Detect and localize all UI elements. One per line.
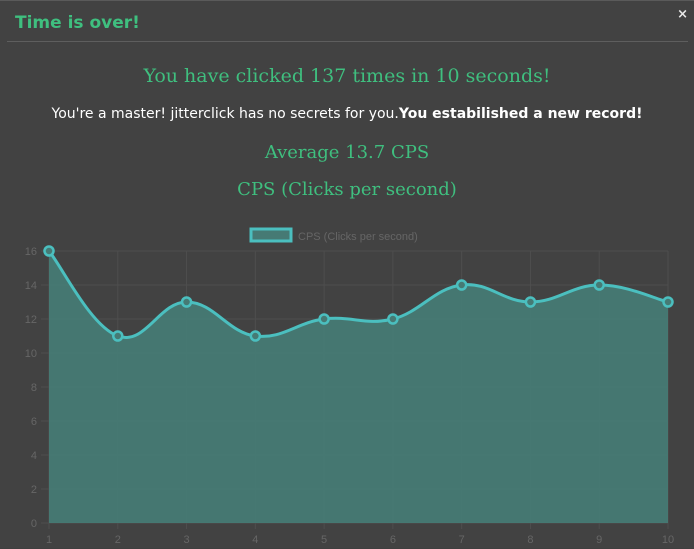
x-tick-label: 8 [527, 534, 533, 546]
chart-heading: CPS (Clicks per second) [237, 179, 457, 200]
y-tick-label: 8 [31, 382, 37, 394]
data-point [180, 296, 193, 308]
y-tick-label: 12 [25, 314, 37, 326]
data-point [455, 279, 468, 291]
record-text: You estabilished a new record! [398, 106, 643, 122]
legend-swatch [249, 227, 293, 243]
series-area [49, 251, 668, 523]
cps-chart: 02468101214161 2 3 4 5 6 7 8 9 10CPS (Clicks per … [25, 227, 674, 546]
x-tick-label: 6 [390, 534, 396, 546]
dialog-header: Time is over! [7, 1, 688, 42]
data-point [43, 245, 55, 257]
y-tick-label: 16 [25, 246, 37, 258]
data-point [387, 313, 399, 325]
x-tick-label: 2 [115, 534, 121, 546]
x-tick-label: 9 [596, 534, 602, 546]
y-tick-label: 10 [25, 348, 37, 360]
x-tick-label: 5 [321, 534, 327, 546]
data-point [318, 313, 330, 325]
y-tick-label: 6 [31, 416, 37, 428]
x-tick-label: 1 [46, 534, 52, 546]
data-point [524, 296, 537, 308]
click-summary: You have clicked 137 times in 10 seconds… [143, 65, 551, 87]
data-point [112, 330, 124, 342]
close-icon[interactable]: × [677, 7, 688, 22]
rank-message: You're a master! jitterclick has no secr… [0, 106, 694, 122]
data-point [662, 296, 674, 308]
y-tick-label: 14 [25, 280, 37, 292]
data-point [249, 330, 262, 342]
y-tick-label: 4 [31, 450, 37, 462]
legend-label: CPS (Clicks per second) [298, 231, 418, 243]
x-tick-label: 7 [459, 534, 465, 546]
x-tick-label: 10 [662, 534, 674, 546]
rank-text: You're a master! jitterclick has no secr… [51, 106, 399, 122]
x-tick-label: 3 [183, 534, 189, 546]
x-tick-label: 4 [252, 534, 258, 546]
average-cps: Average 13.7 CPS [264, 142, 430, 163]
data-point [593, 279, 605, 291]
dialog-title: Time is over! [15, 13, 140, 33]
y-tick-label: 0 [31, 518, 37, 530]
y-tick-label: 2 [31, 484, 37, 496]
result-dialog: Time is over! × You have clicked 137 tim… [0, 0, 694, 548]
